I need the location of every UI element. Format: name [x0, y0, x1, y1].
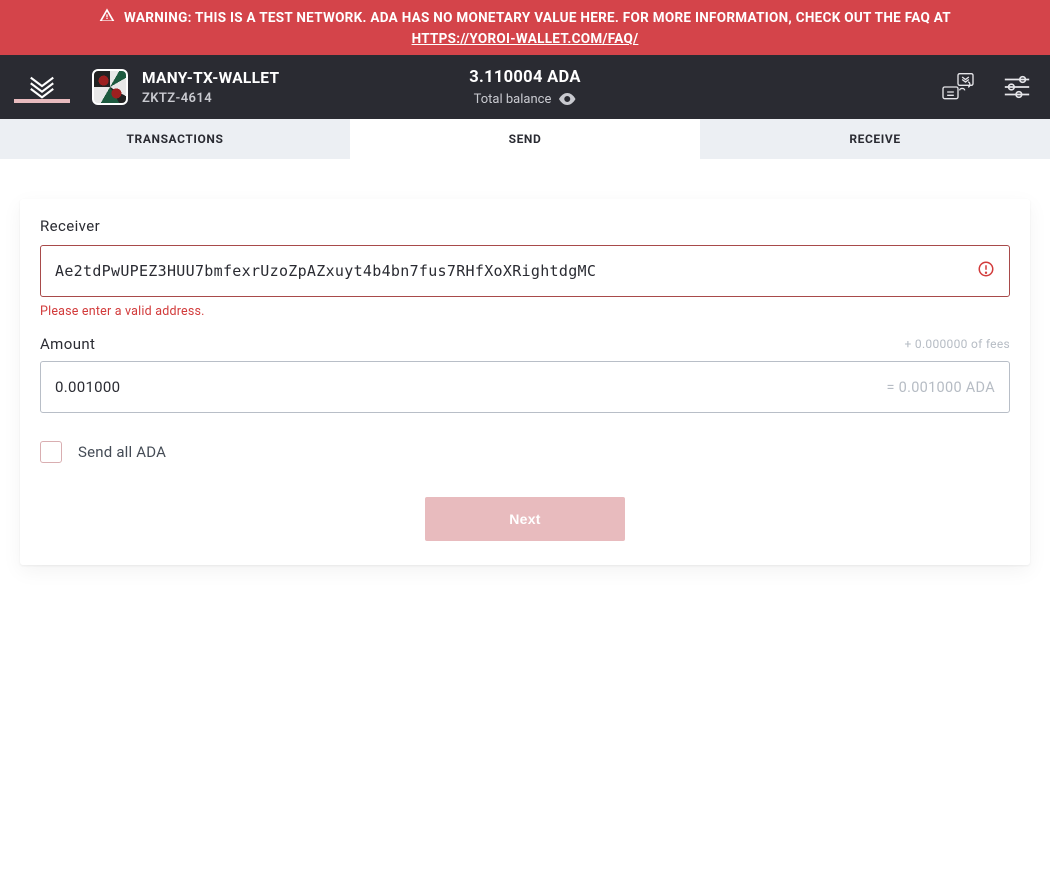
balance-amount: 3.110004 ADA: [469, 68, 580, 87]
amount-input-wrap[interactable]: = 0.001000 ADA: [40, 361, 1010, 413]
error-circle-icon: [977, 260, 995, 282]
amount-input[interactable]: [55, 378, 961, 396]
receiver-error-msg: Please enter a valid address.: [40, 304, 1010, 319]
wallet-identicon: [92, 69, 128, 105]
wallet-topbar: MANY-TX-WALLET ZKTZ-4614 3.110004 ADA To…: [0, 55, 1050, 119]
amount-label: Amount: [40, 335, 95, 353]
warning-triangle-icon: [99, 7, 115, 30]
balance-block: 3.110004 ADA Total balance: [469, 68, 580, 107]
wallet-plate-id: ZKTZ-4614: [142, 91, 279, 106]
next-button[interactable]: Next: [425, 497, 625, 541]
amount-ada-equiv: = 0.001000 ADA: [886, 379, 995, 396]
test-network-warning-banner: WARNING: THIS IS A TEST NETWORK. ADA HAS…: [0, 0, 1050, 55]
send-all-checkbox[interactable]: [40, 441, 62, 463]
settings-sliders-icon[interactable]: [1002, 72, 1032, 102]
wallet-tabs: TRANSACTIONS SEND RECEIVE: [0, 119, 1050, 159]
connected-wallets-icon[interactable]: [938, 71, 978, 103]
fees-hint: + 0.000000 of fees: [905, 337, 1010, 351]
faq-link[interactable]: HTTPS://YOROI-WALLET.COM/FAQ/: [412, 30, 639, 50]
balance-label: Total balance: [474, 92, 552, 107]
yoroi-logo-icon[interactable]: [27, 72, 57, 102]
send-all-label: Send all ADA: [78, 443, 166, 461]
warning-text: WARNING: THIS IS A TEST NETWORK. ADA HAS…: [124, 9, 951, 29]
receiver-label: Receiver: [40, 217, 1010, 235]
wallet-name: MANY-TX-WALLET: [142, 69, 279, 87]
receiver-input[interactable]: [55, 262, 961, 280]
tab-transactions[interactable]: TRANSACTIONS: [0, 119, 350, 159]
tab-send[interactable]: SEND: [350, 119, 700, 159]
receiver-input-wrap[interactable]: [40, 245, 1010, 297]
send-form-card: Receiver Please enter a valid address. A…: [20, 199, 1030, 565]
eye-icon[interactable]: [558, 93, 576, 105]
tab-receive[interactable]: RECEIVE: [700, 119, 1050, 159]
